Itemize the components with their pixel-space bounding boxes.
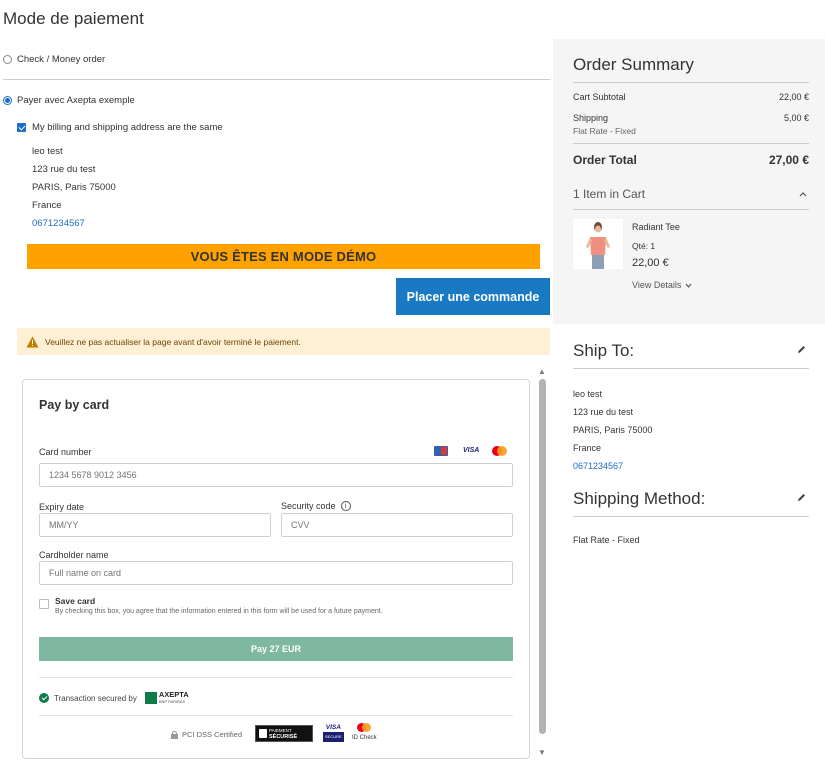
info-icon[interactable]: i bbox=[340, 501, 351, 511]
axepta-logo-text: AXEPTA bbox=[158, 690, 189, 699]
billing-address: leo test 123 rue du test PARIS, Paris 75… bbox=[32, 143, 116, 233]
subtotal-label: Cart Subtotal bbox=[573, 92, 626, 102]
shipping-method-value: Flat Rate - Fixed bbox=[573, 535, 640, 545]
view-details-toggle[interactable]: View Details bbox=[632, 280, 692, 290]
expiry-input[interactable]: MM/YY bbox=[39, 513, 271, 537]
security-code-input[interactable]: CVV bbox=[281, 513, 513, 537]
ship-to-address: leo test 123 rue du test PARIS, Paris 75… bbox=[573, 385, 652, 475]
cb-card-icon bbox=[434, 446, 448, 456]
security-code-label-row: Security code i bbox=[281, 501, 351, 511]
shipping-value: 5,00 € bbox=[783, 113, 809, 123]
divider bbox=[39, 677, 513, 678]
chevron-down-icon bbox=[685, 283, 692, 288]
id-check-badge: ID Check bbox=[352, 723, 377, 741]
shipping-label: Shipping bbox=[573, 113, 609, 123]
warning-icon bbox=[26, 336, 39, 347]
axepta-mark-icon bbox=[144, 692, 157, 704]
view-details-label: View Details bbox=[632, 280, 682, 290]
place-order-button[interactable]: Placer une commande bbox=[396, 278, 550, 315]
mastercard-icon bbox=[492, 446, 507, 456]
edit-shipping-method-pencil-icon[interactable] bbox=[796, 492, 807, 506]
product-name: Radiant Tee bbox=[632, 222, 680, 232]
save-card-label: Save card bbox=[55, 596, 96, 606]
scrollbar-thumb[interactable] bbox=[539, 379, 546, 734]
card-number-input[interactable]: 1234 5678 9012 3456 bbox=[39, 463, 513, 487]
shipping-method-title: Shipping Method: bbox=[573, 489, 706, 508]
save-card-checkbox[interactable] bbox=[39, 599, 49, 609]
mastercard-icon bbox=[357, 723, 372, 732]
page-title: Mode de paiement bbox=[3, 9, 144, 28]
visa-secure-sub: SECURE bbox=[323, 732, 344, 742]
order-summary-title: Order Summary bbox=[573, 55, 694, 74]
ship-to-country: France bbox=[573, 443, 602, 453]
divider bbox=[573, 516, 809, 517]
visa-secure-badge: VISA SECURE bbox=[323, 724, 344, 742]
lock-icon bbox=[171, 730, 178, 739]
divider bbox=[573, 82, 809, 83]
divider bbox=[573, 143, 809, 144]
billing-phone-link[interactable]: 0671234567 bbox=[32, 215, 116, 233]
product-qty: Qté: 1 bbox=[632, 241, 656, 251]
billing-same-checkbox-row[interactable]: My billing and shipping address are the … bbox=[17, 122, 223, 133]
ship-to-city: PARIS, Paris 75000 bbox=[573, 425, 653, 435]
product-thumbnail bbox=[573, 219, 623, 269]
radio-check-money-order[interactable] bbox=[3, 55, 12, 64]
payment-option-label: Payer avec Axepta exemple bbox=[17, 95, 135, 106]
chevron-up-icon[interactable] bbox=[799, 189, 807, 197]
save-card-note: By checking this box, you agree that the… bbox=[55, 608, 383, 615]
scroll-up-icon[interactable]: ▲ bbox=[538, 367, 546, 376]
ship-to-name: leo test bbox=[573, 389, 603, 399]
secured-by-text: Transaction secured by bbox=[54, 693, 137, 703]
items-in-cart-toggle[interactable]: 1 Item in Cart bbox=[573, 187, 645, 201]
payment-option-check[interactable]: Check / Money order bbox=[3, 54, 105, 65]
edit-ship-to-pencil-icon[interactable] bbox=[796, 344, 807, 358]
warning-text: Veuillez ne pas actualiser la page avant… bbox=[45, 336, 301, 347]
cardholder-input[interactable]: Full name on card bbox=[39, 561, 513, 585]
radio-axepta[interactable] bbox=[3, 96, 12, 105]
order-total-value: 27,00 € bbox=[768, 153, 809, 167]
order-total-label: Order Total bbox=[573, 153, 637, 167]
divider bbox=[573, 368, 809, 369]
billing-country: France bbox=[32, 200, 62, 211]
divider bbox=[3, 79, 550, 80]
visa-secure-text: VISA bbox=[325, 724, 341, 731]
product-price: 22,00 € bbox=[632, 257, 669, 269]
paiement-securise-badge: PAIEMENT SÉCURISÉ bbox=[255, 725, 313, 742]
pci-dss-badge: PCI DSS Certified bbox=[171, 730, 242, 739]
card-number-label: Card number bbox=[39, 447, 92, 457]
divider bbox=[39, 715, 513, 716]
paiement-badge-bottom: SÉCURISÉ bbox=[269, 733, 298, 740]
demo-mode-banner: VOUS ÊTES EN MODE DÉMO bbox=[27, 244, 540, 269]
pay-by-card-title: Pay by card bbox=[39, 398, 110, 412]
scroll-down-icon[interactable]: ▼ bbox=[538, 748, 546, 757]
subtotal-value: 22,00 € bbox=[778, 92, 809, 102]
billing-city: PARIS, Paris 75000 bbox=[32, 182, 116, 193]
pay-button[interactable]: Pay 27 EUR bbox=[39, 637, 513, 661]
ship-to-title: Ship To: bbox=[573, 341, 635, 360]
ship-to-street: 123 rue du test bbox=[573, 407, 634, 417]
visa-icon: VISA bbox=[463, 447, 480, 454]
lock-icon bbox=[259, 729, 267, 738]
shipping-method-sub: Flat Rate - Fixed bbox=[573, 126, 636, 136]
billing-same-checkbox[interactable] bbox=[17, 123, 26, 132]
payment-option-axepta[interactable]: Payer avec Axepta exemple bbox=[3, 95, 135, 106]
cardholder-label: Cardholder name bbox=[39, 550, 109, 560]
ship-to-phone-link[interactable]: 0671234567 bbox=[573, 457, 652, 475]
divider bbox=[573, 209, 809, 210]
warning-message: Veuillez ne pas actualiser la page avant… bbox=[17, 328, 550, 355]
billing-name: leo test bbox=[32, 146, 63, 157]
check-circle-icon bbox=[39, 693, 49, 703]
pci-text: PCI DSS Certified bbox=[182, 730, 243, 739]
billing-same-label: My billing and shipping address are the … bbox=[32, 122, 223, 133]
product-image bbox=[573, 219, 623, 269]
expiry-label: Expiry date bbox=[39, 502, 85, 512]
axepta-logo-sub: BNP PARIBAS bbox=[158, 699, 186, 704]
payment-option-label: Check / Money order bbox=[17, 54, 106, 65]
secured-by-row: Transaction secured by AXEPTA BNP PARIBA… bbox=[39, 691, 189, 705]
security-code-label: Security code bbox=[281, 501, 336, 511]
billing-street: 123 rue du test bbox=[32, 164, 96, 175]
id-check-text: ID Check bbox=[352, 735, 377, 741]
axepta-logo: AXEPTA BNP PARIBAS bbox=[144, 690, 189, 705]
